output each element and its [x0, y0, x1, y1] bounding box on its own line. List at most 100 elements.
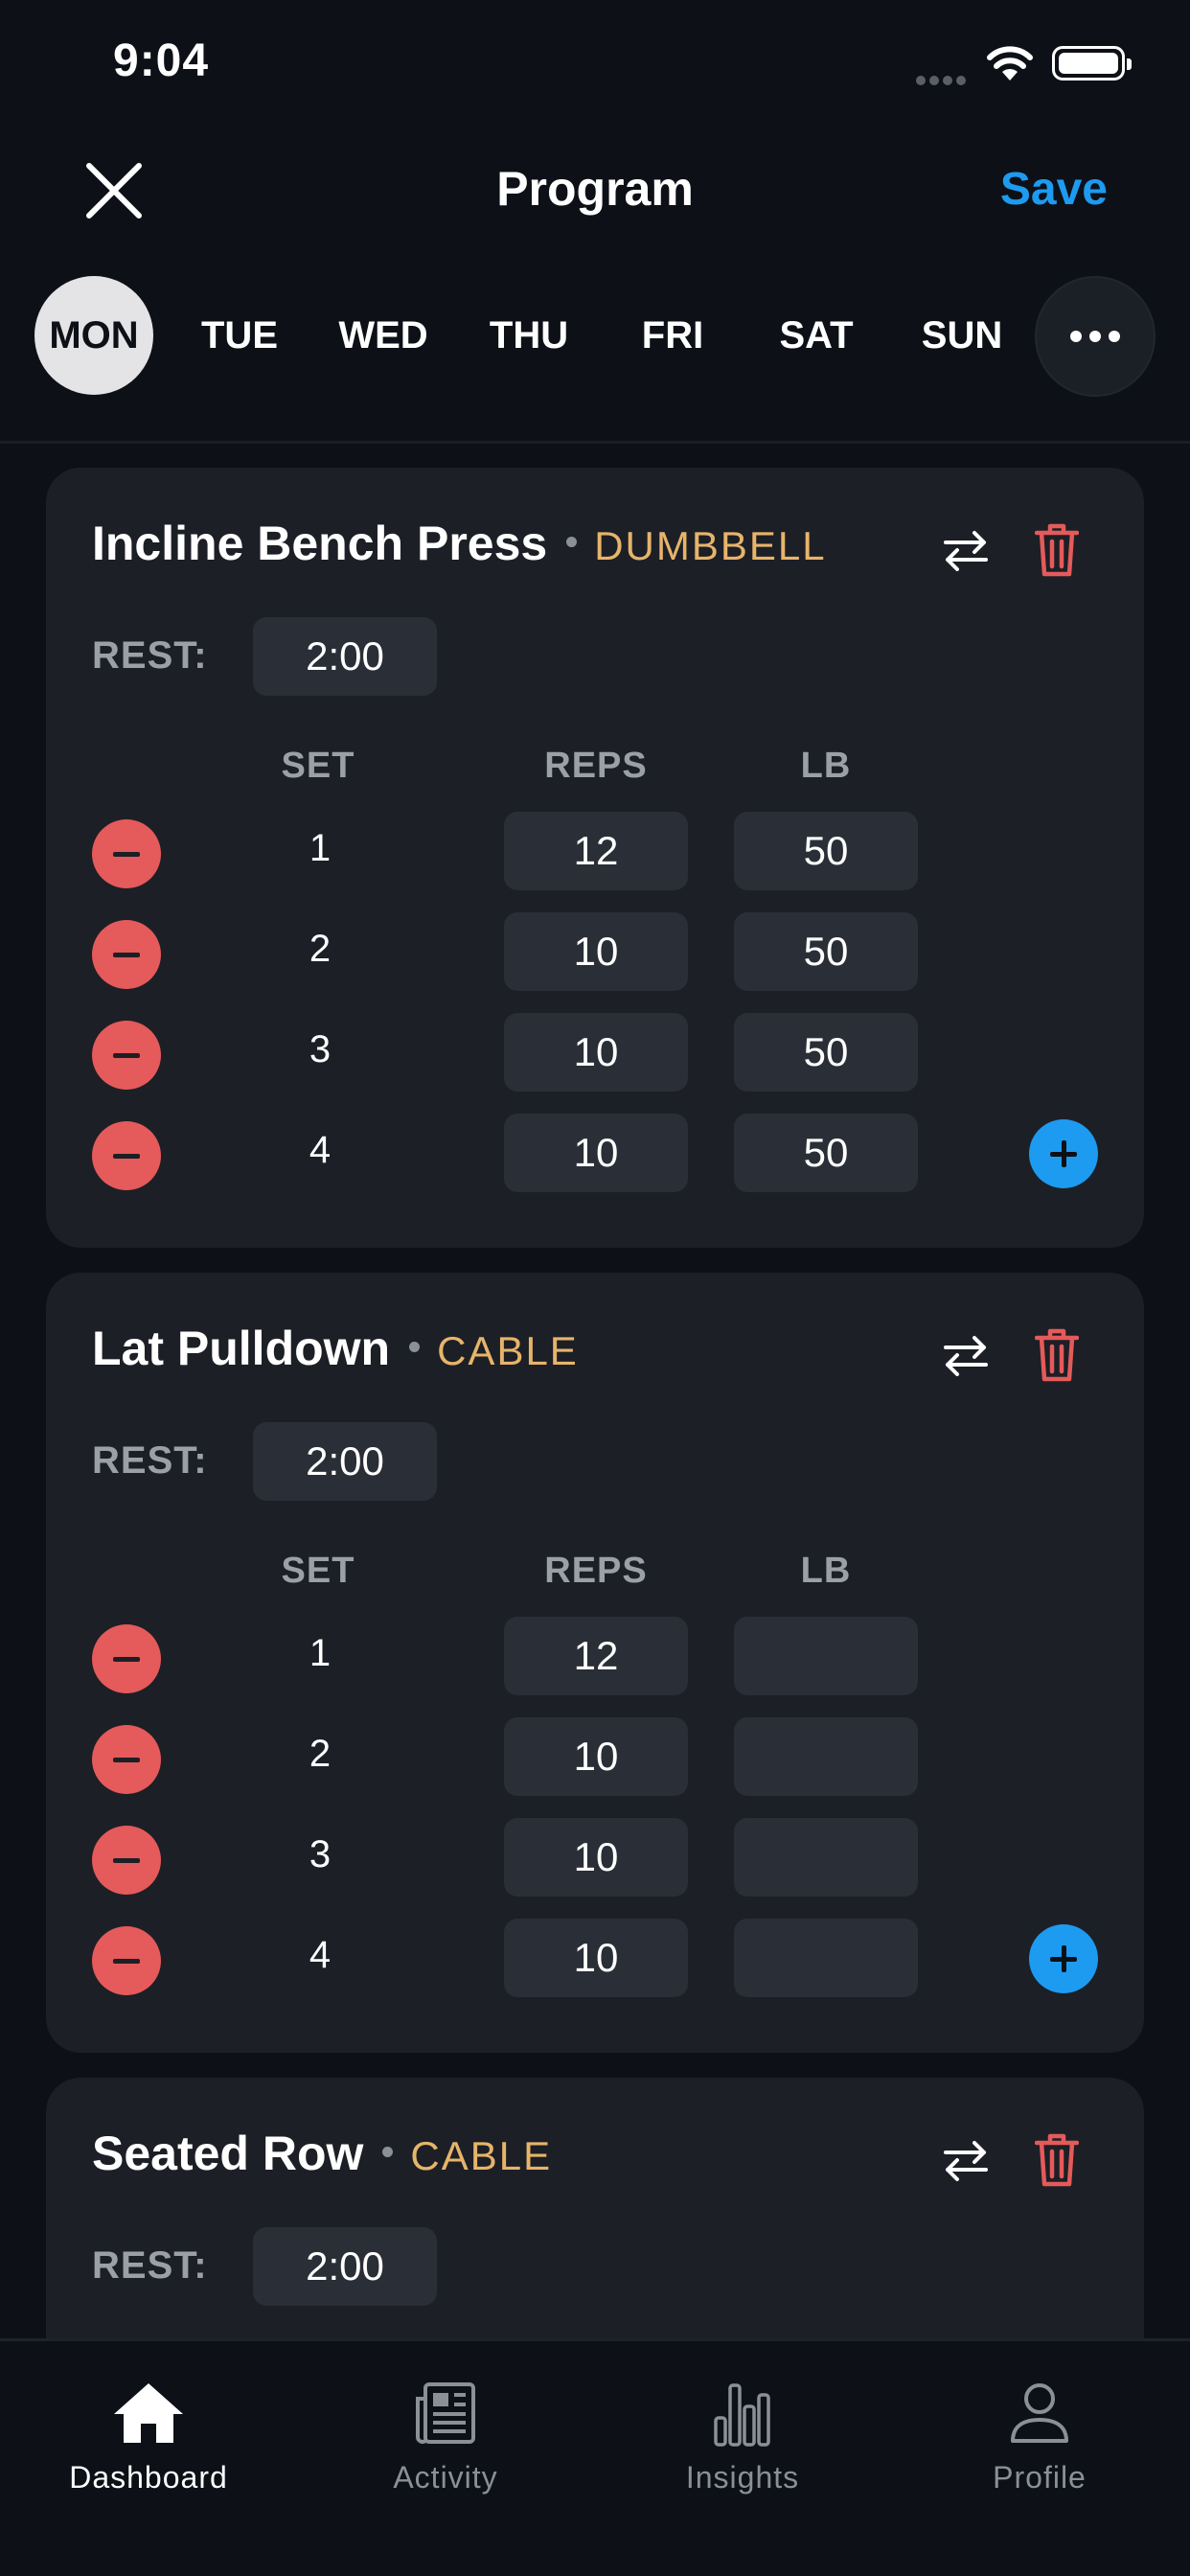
reps-input[interactable]: 12	[504, 1617, 688, 1695]
column-header-reps: REPS	[544, 1551, 648, 1591]
exercise-name: Lat Pulldown	[92, 1322, 391, 1375]
weight-input[interactable]	[734, 1818, 918, 1897]
set-number: 3	[309, 1833, 332, 1875]
weight-input[interactable]: 50	[734, 1114, 918, 1192]
weight-input[interactable]: 50	[734, 912, 918, 991]
weight-input[interactable]: 50	[734, 812, 918, 890]
swap-icon[interactable]	[942, 2137, 990, 2185]
set-number: 4	[309, 1129, 332, 1171]
rest-time-input[interactable]: 2:00	[253, 1422, 437, 1501]
rest-label: REST:	[92, 1439, 208, 1482]
exercise-title: Lat Pulldown CABLE	[92, 1321, 579, 1376]
column-header-lb: LB	[800, 1551, 852, 1591]
reps-input[interactable]: 10	[504, 912, 688, 991]
tab-label: Insights	[685, 2460, 800, 2495]
day-fri[interactable]: FRI	[613, 276, 732, 395]
bar-chart-icon	[714, 2383, 770, 2447]
status-time: 9:04	[113, 35, 210, 86]
column-header-lb: LB	[800, 746, 852, 786]
set-number: 4	[309, 1934, 332, 1976]
tab-insights[interactable]: Insights	[594, 2360, 891, 2495]
equipment-label: CABLE	[437, 1328, 579, 1373]
day-thu[interactable]: THU	[469, 276, 588, 395]
home-icon	[114, 2383, 183, 2443]
rest-label: REST:	[92, 2244, 208, 2287]
person-icon	[1011, 2383, 1068, 2443]
signal-icon	[916, 73, 970, 85]
day-sat[interactable]: SAT	[757, 276, 876, 395]
column-header-set: SET	[281, 746, 355, 786]
equipment-label: DUMBBELL	[594, 523, 827, 568]
trash-icon[interactable]	[1035, 2133, 1079, 2187]
rest-label: REST:	[92, 634, 208, 677]
wifi-icon	[987, 46, 1033, 80]
column-header-set: SET	[281, 1551, 355, 1591]
tab-label: Profile	[993, 2460, 1087, 2495]
set-row: 3 10 50	[46, 1013, 1144, 1092]
weight-input[interactable]	[734, 1919, 918, 1997]
day-mon[interactable]: MON	[34, 276, 153, 395]
tab-label: Activity	[393, 2460, 498, 2495]
swap-icon[interactable]	[942, 1332, 990, 1380]
exercise-title: Incline Bench Press DUMBBELL	[92, 516, 827, 571]
trash-icon[interactable]	[1035, 523, 1079, 577]
reps-input[interactable]: 10	[504, 1013, 688, 1092]
weight-input[interactable]	[734, 1617, 918, 1695]
set-row: 4 10 50	[46, 1114, 1144, 1192]
set-row: 1 12	[46, 1617, 1144, 1695]
exercise-card: Lat Pulldown CABLE REST: 2:00 SET REPS LB…	[46, 1273, 1144, 2053]
set-number: 3	[309, 1028, 332, 1070]
remove-set-button[interactable]	[92, 1021, 161, 1090]
tab-bar: Dashboard Activity Insights Profile	[0, 2338, 1190, 2576]
rest-time-input[interactable]: 2:00	[253, 617, 437, 696]
reps-input[interactable]: 10	[504, 1717, 688, 1796]
weight-input[interactable]: 50	[734, 1013, 918, 1092]
remove-set-button[interactable]	[92, 1926, 161, 1995]
exercise-name: Incline Bench Press	[92, 517, 548, 570]
tab-activity[interactable]: Activity	[297, 2360, 594, 2495]
reps-input[interactable]: 10	[504, 1919, 688, 1997]
day-wed[interactable]: WED	[324, 276, 443, 395]
set-row: 2 10 50	[46, 912, 1144, 991]
set-row: 1 12 50	[46, 812, 1144, 890]
day-tue[interactable]: TUE	[180, 276, 299, 395]
reps-input[interactable]: 10	[504, 1818, 688, 1897]
add-set-button[interactable]	[1029, 1924, 1098, 1993]
reps-input[interactable]: 10	[504, 1114, 688, 1192]
nav-header: Program Save	[0, 144, 1190, 240]
set-row: 4 10	[46, 1919, 1144, 1997]
set-number: 1	[309, 1632, 332, 1674]
remove-set-button[interactable]	[92, 1826, 161, 1895]
status-bar: 9:04	[0, 0, 1190, 129]
exercise-card: Incline Bench Press DUMBBELL REST: 2:00 S…	[46, 468, 1144, 1248]
set-number: 2	[309, 928, 332, 970]
more-options-button[interactable]	[1035, 276, 1156, 397]
exercise-title: Seated Row CABLE	[92, 2126, 552, 2181]
divider	[0, 441, 1190, 444]
remove-set-button[interactable]	[92, 1725, 161, 1794]
tab-label: Dashboard	[69, 2460, 228, 2495]
day-selector: MON TUE WED THU FRI SAT SUN	[0, 276, 1190, 397]
set-row: 3 10	[46, 1818, 1144, 1897]
weight-input[interactable]	[734, 1717, 918, 1796]
remove-set-button[interactable]	[92, 920, 161, 989]
exercise-name: Seated Row	[92, 2127, 364, 2180]
add-set-button[interactable]	[1029, 1119, 1098, 1188]
rest-time-input[interactable]: 2:00	[253, 2227, 437, 2306]
set-row: 2 10	[46, 1717, 1144, 1796]
tab-dashboard[interactable]: Dashboard	[0, 2360, 297, 2495]
remove-set-button[interactable]	[92, 819, 161, 888]
save-button[interactable]: Save	[1000, 163, 1108, 216]
remove-set-button[interactable]	[92, 1624, 161, 1693]
tab-profile[interactable]: Profile	[891, 2360, 1188, 2495]
trash-icon[interactable]	[1035, 1328, 1079, 1382]
set-number: 2	[309, 1733, 332, 1775]
set-number: 1	[309, 827, 332, 869]
reps-input[interactable]: 12	[504, 812, 688, 890]
day-sun[interactable]: SUN	[903, 276, 1021, 395]
remove-set-button[interactable]	[92, 1121, 161, 1190]
battery-icon	[1052, 46, 1132, 80]
equipment-label: CABLE	[410, 2133, 553, 2178]
swap-icon[interactable]	[942, 527, 990, 575]
newspaper-icon	[416, 2382, 475, 2444]
